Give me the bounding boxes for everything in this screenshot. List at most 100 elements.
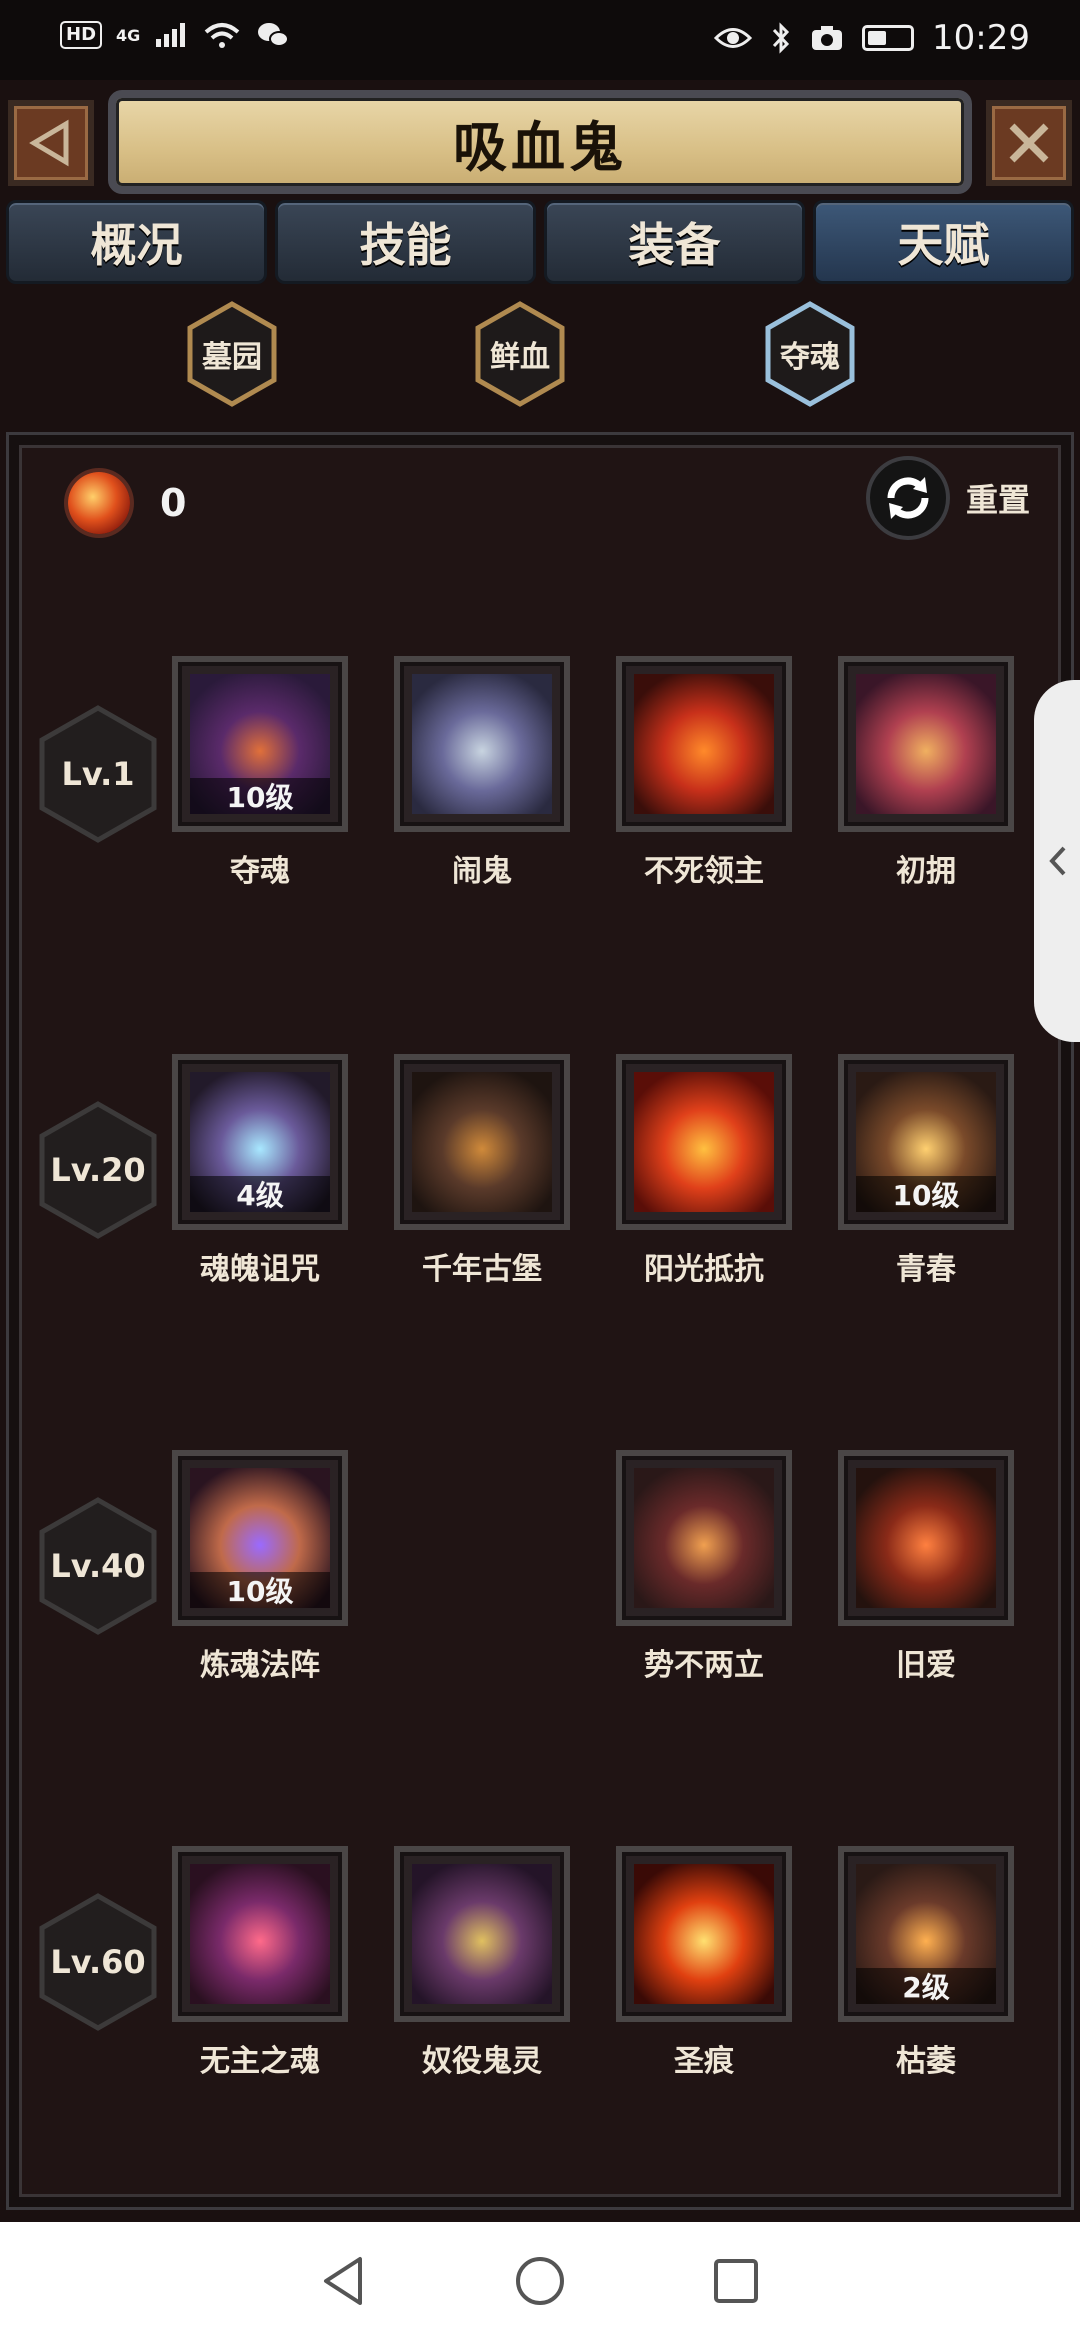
branch-tab-soul[interactable]: 夺魂 [762, 300, 858, 408]
talent-level-badge: 2级 [856, 1968, 996, 2004]
talent-node[interactable]: 10级青春 [838, 1054, 1014, 1288]
level-badge: Lv.40 [36, 1496, 160, 1636]
nav-back-icon[interactable] [316, 2253, 372, 2309]
talent-node[interactable]: 圣痕 [616, 1846, 792, 2080]
talent-node[interactable]: 2级枯萎 [838, 1846, 1014, 2080]
talent-level-badge: 4级 [190, 1176, 330, 1212]
tab-label: 天赋 [897, 218, 990, 272]
back-button[interactable] [8, 100, 94, 186]
talent-branch-tabs: 墓园 鲜血 夺魂 [0, 300, 1080, 420]
talent-name: 圣痕 [674, 2044, 734, 2079]
talent-name: 无主之魂 [200, 2044, 320, 2079]
talent-level-badge: 10级 [856, 1176, 996, 1212]
talent-node[interactable]: 4级魂魄诅咒 [172, 1054, 348, 1288]
talent-name: 青春 [896, 1252, 956, 1287]
system-nav-bar [0, 2222, 1080, 2340]
talent-art-icon [856, 674, 996, 814]
close-button[interactable] [986, 100, 1072, 186]
wechat-icon [258, 23, 290, 47]
reset-label: 重置 [965, 481, 1030, 519]
reset-button[interactable]: 重置 [865, 456, 1030, 540]
talent-name: 枯萎 [896, 2044, 956, 2079]
signal-icon [156, 23, 186, 47]
talent-node[interactable]: 奴役鬼灵 [394, 1846, 570, 2080]
talent-art-icon [856, 1468, 996, 1608]
level-badge: Lv.1 [36, 704, 160, 844]
page-title: 吸血鬼 [453, 115, 627, 179]
talent-node[interactable]: 千年古堡 [394, 1054, 570, 1288]
hd-indicator: HD [60, 21, 103, 49]
level-label: Lv.60 [50, 1943, 146, 1981]
talent-node[interactable]: 无主之魂 [172, 1846, 348, 2080]
talent-name: 魂魄诅咒 [200, 1252, 320, 1287]
talent-art-icon [412, 1864, 552, 2004]
tab-skills[interactable]: 技能 [275, 200, 536, 284]
talent-icon-frame [616, 1846, 792, 2022]
talent-node[interactable]: 阳光抵抗 [616, 1054, 792, 1288]
talent-art-icon [412, 674, 552, 814]
talent-art-icon [412, 1072, 552, 1212]
network-type: 4G [116, 25, 141, 45]
tab-equipment[interactable]: 装备 [544, 200, 805, 284]
talent-name: 炼魂法阵 [200, 1648, 320, 1683]
talent-icon-frame [616, 656, 792, 832]
branch-tab-label: 鲜血 [490, 340, 550, 375]
talent-icon-frame [616, 1450, 792, 1626]
clock: 10:29 [932, 18, 1030, 58]
talent-name: 不死领主 [644, 854, 764, 889]
level-badge: Lv.20 [36, 1100, 160, 1240]
tab-talents[interactable]: 天赋 [813, 200, 1074, 284]
talent-name: 奴役鬼灵 [422, 2044, 542, 2079]
talent-icon-frame [172, 1846, 348, 2022]
talent-icon-frame: 10级 [838, 1054, 1014, 1230]
talent-icon-frame: 2级 [838, 1846, 1014, 2022]
talent-icon-frame [394, 1054, 570, 1230]
talent-node[interactable]: 初拥 [838, 656, 1014, 890]
talent-name: 初拥 [896, 854, 956, 889]
main-tabs: 概况 技能 装备 天赋 [0, 200, 1080, 290]
branch-tab-label: 夺魂 [780, 340, 840, 375]
talent-icon-frame [394, 1846, 570, 2022]
talent-points: 0 [68, 472, 186, 534]
talent-icon-frame [616, 1054, 792, 1230]
nav-recents-icon[interactable] [708, 2253, 764, 2309]
talent-icon-frame: 10级 [172, 656, 348, 832]
talent-node[interactable]: 10级夺魂 [172, 656, 348, 890]
talent-icon-frame: 10级 [172, 1450, 348, 1626]
camera-icon [812, 26, 843, 50]
branch-tab-label: 墓园 [202, 340, 262, 375]
talent-node[interactable]: 闹鬼 [394, 656, 570, 890]
level-label: Lv.20 [50, 1151, 146, 1189]
talent-level-badge: 10级 [190, 778, 330, 814]
battery-icon [862, 25, 915, 51]
side-drawer-handle[interactable] [1034, 680, 1080, 1042]
tab-overview[interactable]: 概况 [6, 200, 267, 284]
eye-icon [714, 28, 753, 48]
talent-icon-frame [838, 656, 1014, 832]
bluetooth-icon [772, 22, 790, 54]
talent-node[interactable]: 旧爱 [838, 1450, 1014, 1684]
status-bar: HD 4G 10:29 [0, 0, 1080, 80]
talent-art-icon [634, 674, 774, 814]
talent-name: 阳光抵抗 [644, 1252, 764, 1287]
talent-icon-frame: 4级 [172, 1054, 348, 1230]
talent-art-icon [634, 1072, 774, 1212]
talent-node[interactable]: 不死领主 [616, 656, 792, 890]
talent-name: 势不两立 [644, 1648, 764, 1683]
tab-label: 装备 [628, 218, 721, 272]
nav-home-icon[interactable] [512, 2253, 568, 2309]
talent-name: 夺魂 [230, 854, 290, 889]
talent-node[interactable]: 势不两立 [616, 1450, 792, 1684]
talent-name: 千年古堡 [422, 1252, 542, 1287]
talent-art-icon [634, 1468, 774, 1608]
branch-tab-graveyard[interactable]: 墓园 [184, 300, 280, 408]
talent-points-value: 0 [160, 481, 187, 525]
talent-icon-frame [838, 1450, 1014, 1626]
talent-art-icon [190, 1864, 330, 2004]
branch-tab-blood[interactable]: 鲜血 [472, 300, 568, 408]
level-badge: Lv.60 [36, 1892, 160, 2032]
talent-name: 闹鬼 [452, 854, 512, 889]
talent-node[interactable]: 10级炼魂法阵 [172, 1450, 348, 1684]
level-label: Lv.40 [50, 1547, 146, 1585]
chevron-left-icon [1049, 846, 1066, 876]
